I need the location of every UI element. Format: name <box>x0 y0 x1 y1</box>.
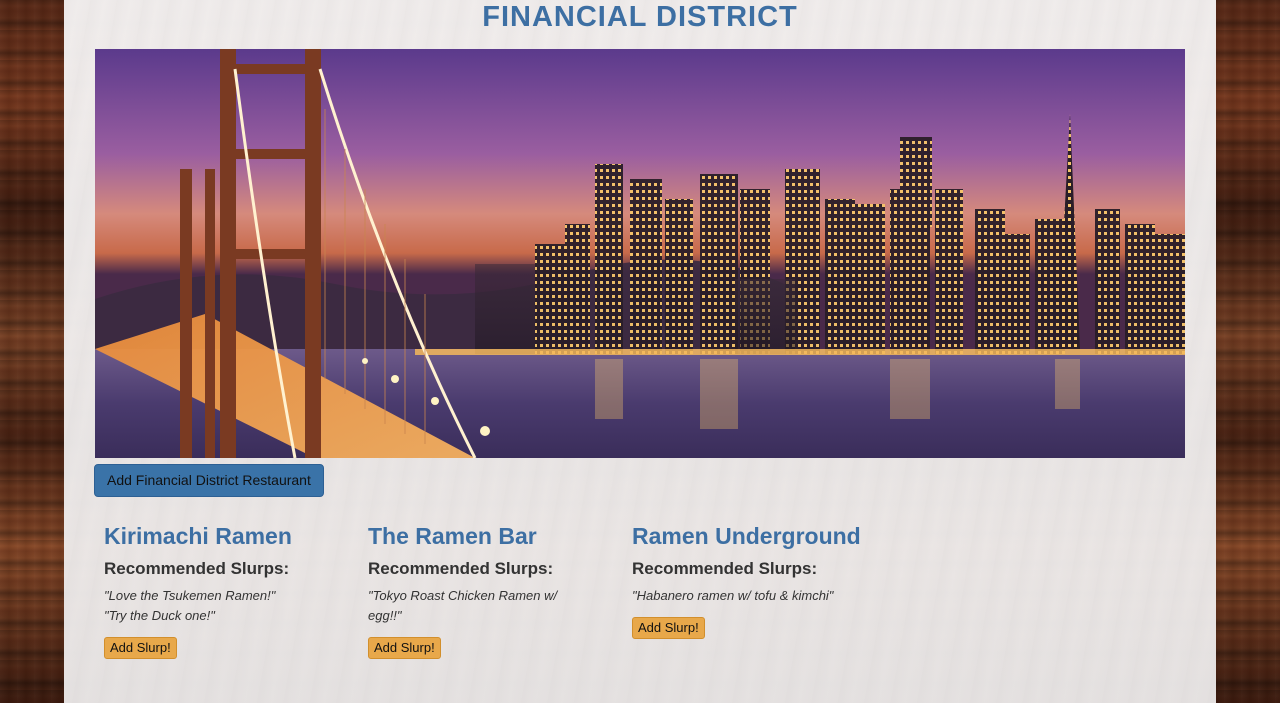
restaurant-card: Kirimachi Ramen Recommended Slurps: "Lov… <box>104 520 344 659</box>
add-restaurant-button[interactable]: Add Financial District Restaurant <box>94 464 324 497</box>
add-slurp-button[interactable]: Add Slurp! <box>632 617 705 639</box>
recommended-heading: Recommended Slurps: <box>368 559 554 578</box>
restaurant-name[interactable]: The Ramen Bar <box>368 520 588 552</box>
city-skyline-bridge-photo-icon <box>95 49 1185 458</box>
recommended-heading: Recommended Slurps: <box>632 559 818 578</box>
add-slurp-button[interactable]: Add Slurp! <box>368 637 441 659</box>
recommended-heading: Recommended Slurps: <box>104 559 290 578</box>
content-panel: FINANCIAL DISTRICT Add Financial Distric… <box>64 0 1216 703</box>
slurp-list: "Habanero ramen w/ tofu & kimchi" <box>632 586 892 606</box>
add-slurp-button[interactable]: Add Slurp! <box>104 637 177 659</box>
restaurant-card: Ramen Underground Recommended Slurps: "H… <box>632 520 892 639</box>
restaurant-card: The Ramen Bar Recommended Slurps: "Tokyo… <box>368 520 588 659</box>
restaurant-name[interactable]: Kirimachi Ramen <box>104 520 344 552</box>
slurp-list: "Tokyo Roast Chicken Ramen w/ egg!!" <box>368 586 588 626</box>
slurp-item: "Love the Tsukemen Ramen!" <box>104 588 276 603</box>
slurp-item: "Try the Duck one!" <box>104 608 215 623</box>
slurp-item: "Habanero ramen w/ tofu & kimchi" <box>632 588 834 603</box>
hero-image <box>95 49 1185 458</box>
slurp-list: "Love the Tsukemen Ramen!" "Try the Duck… <box>104 586 344 626</box>
restaurant-name[interactable]: Ramen Underground <box>632 520 892 552</box>
page-title: FINANCIAL DISTRICT <box>482 1 798 33</box>
slurp-item: "Tokyo Roast Chicken Ramen w/ egg!!" <box>368 588 558 623</box>
